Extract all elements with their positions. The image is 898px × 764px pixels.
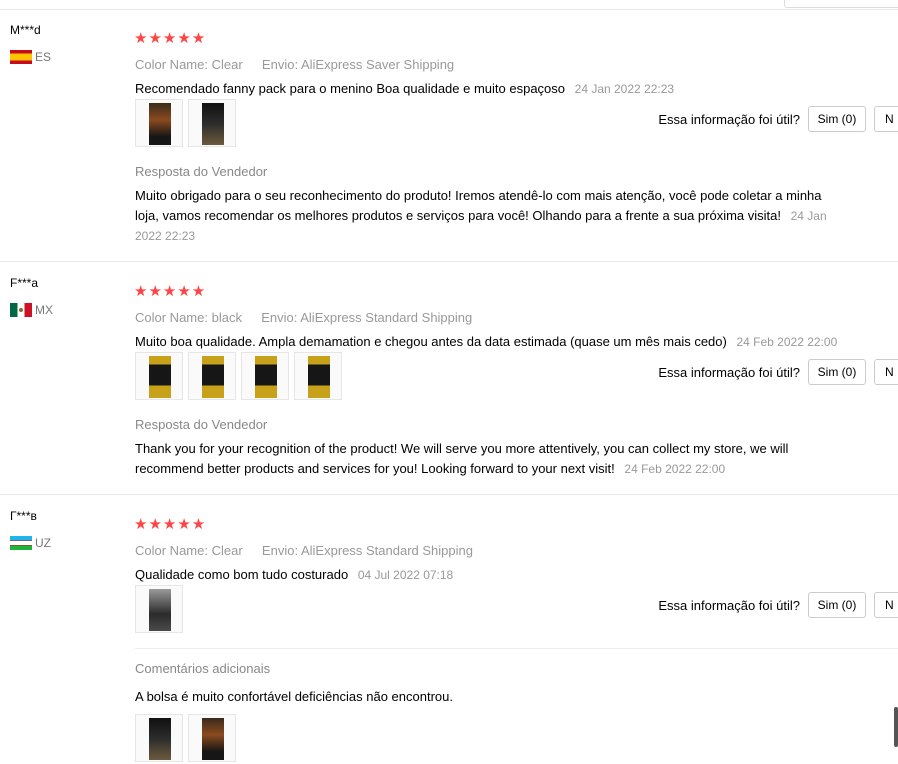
review-photo[interactable] bbox=[135, 352, 183, 400]
seller-reply: Thank you for your recognition of the pr… bbox=[135, 439, 835, 479]
helpful-no-button[interactable]: N bbox=[874, 106, 898, 132]
star-rating: ★★★★★ bbox=[134, 283, 207, 300]
review-item: M***d ES ★★★★★ Color Name: Clear Envio: … bbox=[0, 9, 898, 262]
review-date: 24 Feb 2022 22:00 bbox=[736, 335, 838, 349]
review-photo[interactable] bbox=[294, 352, 342, 400]
review-date: 04 Jul 2022 07:18 bbox=[357, 568, 454, 582]
additional-divider bbox=[135, 648, 898, 649]
additional-comments-title: Comentários adicionais bbox=[135, 661, 271, 676]
additional-comments-text: A bolsa é muito confortável deficiências… bbox=[135, 689, 453, 704]
review-date: 24 Jan 2022 22:23 bbox=[574, 82, 675, 96]
flag-icon bbox=[10, 303, 32, 317]
review-photo[interactable] bbox=[188, 714, 236, 762]
review-text: Recomendado fanny pack para o menino Boa… bbox=[135, 81, 566, 96]
color-label: Color Name: bbox=[135, 543, 208, 558]
review-photo[interactable] bbox=[188, 352, 236, 400]
shipping-value: AliExpress Standard Shipping bbox=[300, 543, 473, 558]
review-photo[interactable] bbox=[135, 585, 183, 633]
review-photos bbox=[135, 585, 183, 633]
helpful-row: Essa informação foi útil? Sim (0) N bbox=[658, 592, 898, 618]
helpful-question: Essa informação foi útil? bbox=[658, 364, 800, 380]
review-photo[interactable] bbox=[188, 99, 236, 147]
seller-reply-title: Resposta do Vendedor bbox=[135, 164, 268, 179]
shipping-value: AliExpress Saver Shipping bbox=[300, 57, 455, 72]
reviewer-country: ES bbox=[10, 50, 51, 64]
helpful-yes-button[interactable]: Sim (0) bbox=[808, 359, 866, 385]
helpful-question: Essa informação foi útil? bbox=[658, 597, 800, 613]
review-photos bbox=[135, 352, 342, 400]
shipping-label: Envio: bbox=[261, 57, 299, 72]
shipping-label: Envio: bbox=[261, 310, 298, 325]
helpful-row: Essa informação foi útil? Sim (0) N bbox=[658, 106, 898, 132]
seller-reply: Muito obrigado para o seu reconhecimento… bbox=[135, 186, 835, 246]
reviewer-country: MX bbox=[10, 303, 53, 317]
color-value: Clear bbox=[211, 57, 243, 72]
color-value: black bbox=[211, 310, 242, 325]
country-code: UZ bbox=[35, 536, 51, 550]
reviewer-name: M***d bbox=[10, 23, 41, 37]
seller-reply-title: Resposta do Vendedor bbox=[135, 417, 268, 432]
review-photos bbox=[135, 99, 236, 147]
reviewer-country: UZ bbox=[10, 536, 51, 550]
helpful-question: Essa informação foi útil? bbox=[658, 111, 800, 127]
review-attributes: Color Name: black Envio: AliExpress Stan… bbox=[135, 310, 472, 325]
review-item: Г***в UZ ★★★★★ Color Name: Clear Envio: … bbox=[0, 495, 898, 764]
sort-select[interactable] bbox=[784, 0, 898, 8]
scrollbar-thumb[interactable] bbox=[894, 707, 898, 747]
review-text: Muito boa qualidade. Ampla demamation e … bbox=[135, 334, 727, 349]
helpful-yes-button[interactable]: Sim (0) bbox=[808, 592, 866, 618]
review-attributes: Color Name: Clear Envio: AliExpress Save… bbox=[135, 57, 454, 72]
review-text-row: Qualidade como bom tudo costurado 04 Jul… bbox=[135, 567, 453, 582]
star-rating: ★★★★★ bbox=[134, 516, 207, 533]
flag-icon bbox=[10, 50, 32, 64]
star-rating: ★★★★★ bbox=[134, 30, 207, 47]
review-photo[interactable] bbox=[135, 99, 183, 147]
review-text: Qualidade como bom tudo costurado bbox=[135, 567, 349, 582]
review-photo[interactable] bbox=[241, 352, 289, 400]
helpful-no-button[interactable]: N bbox=[874, 359, 898, 385]
shipping-label: Envio: bbox=[261, 543, 299, 558]
review-text-row: Recomendado fanny pack para o menino Boa… bbox=[135, 81, 674, 96]
country-code: ES bbox=[35, 50, 52, 64]
review-photo[interactable] bbox=[135, 714, 183, 762]
color-value: Clear bbox=[211, 543, 243, 558]
helpful-row: Essa informação foi útil? Sim (0) N bbox=[658, 359, 898, 385]
reviewer-name: F***a bbox=[10, 276, 39, 290]
review-text-row: Muito boa qualidade. Ampla demamation e … bbox=[135, 334, 837, 349]
seller-reply-text: Muito obrigado para o seu reconhecimento… bbox=[135, 188, 822, 223]
helpful-no-button[interactable]: N bbox=[874, 592, 898, 618]
color-label: Color Name: bbox=[135, 57, 208, 72]
country-code: MX bbox=[35, 303, 53, 317]
seller-reply-date: 24 Feb 2022 22:00 bbox=[624, 462, 726, 476]
flag-icon bbox=[10, 536, 32, 550]
shipping-value: AliExpress Standard Shipping bbox=[300, 310, 473, 325]
color-label: Color Name: bbox=[135, 310, 208, 325]
review-attributes: Color Name: Clear Envio: AliExpress Stan… bbox=[135, 543, 473, 558]
additional-photos bbox=[135, 714, 236, 762]
helpful-yes-button[interactable]: Sim (0) bbox=[808, 106, 866, 132]
review-item: F***a MX ★★★★★ Color Name: black Envio: … bbox=[0, 262, 898, 495]
reviewer-name: Г***в bbox=[10, 509, 37, 523]
